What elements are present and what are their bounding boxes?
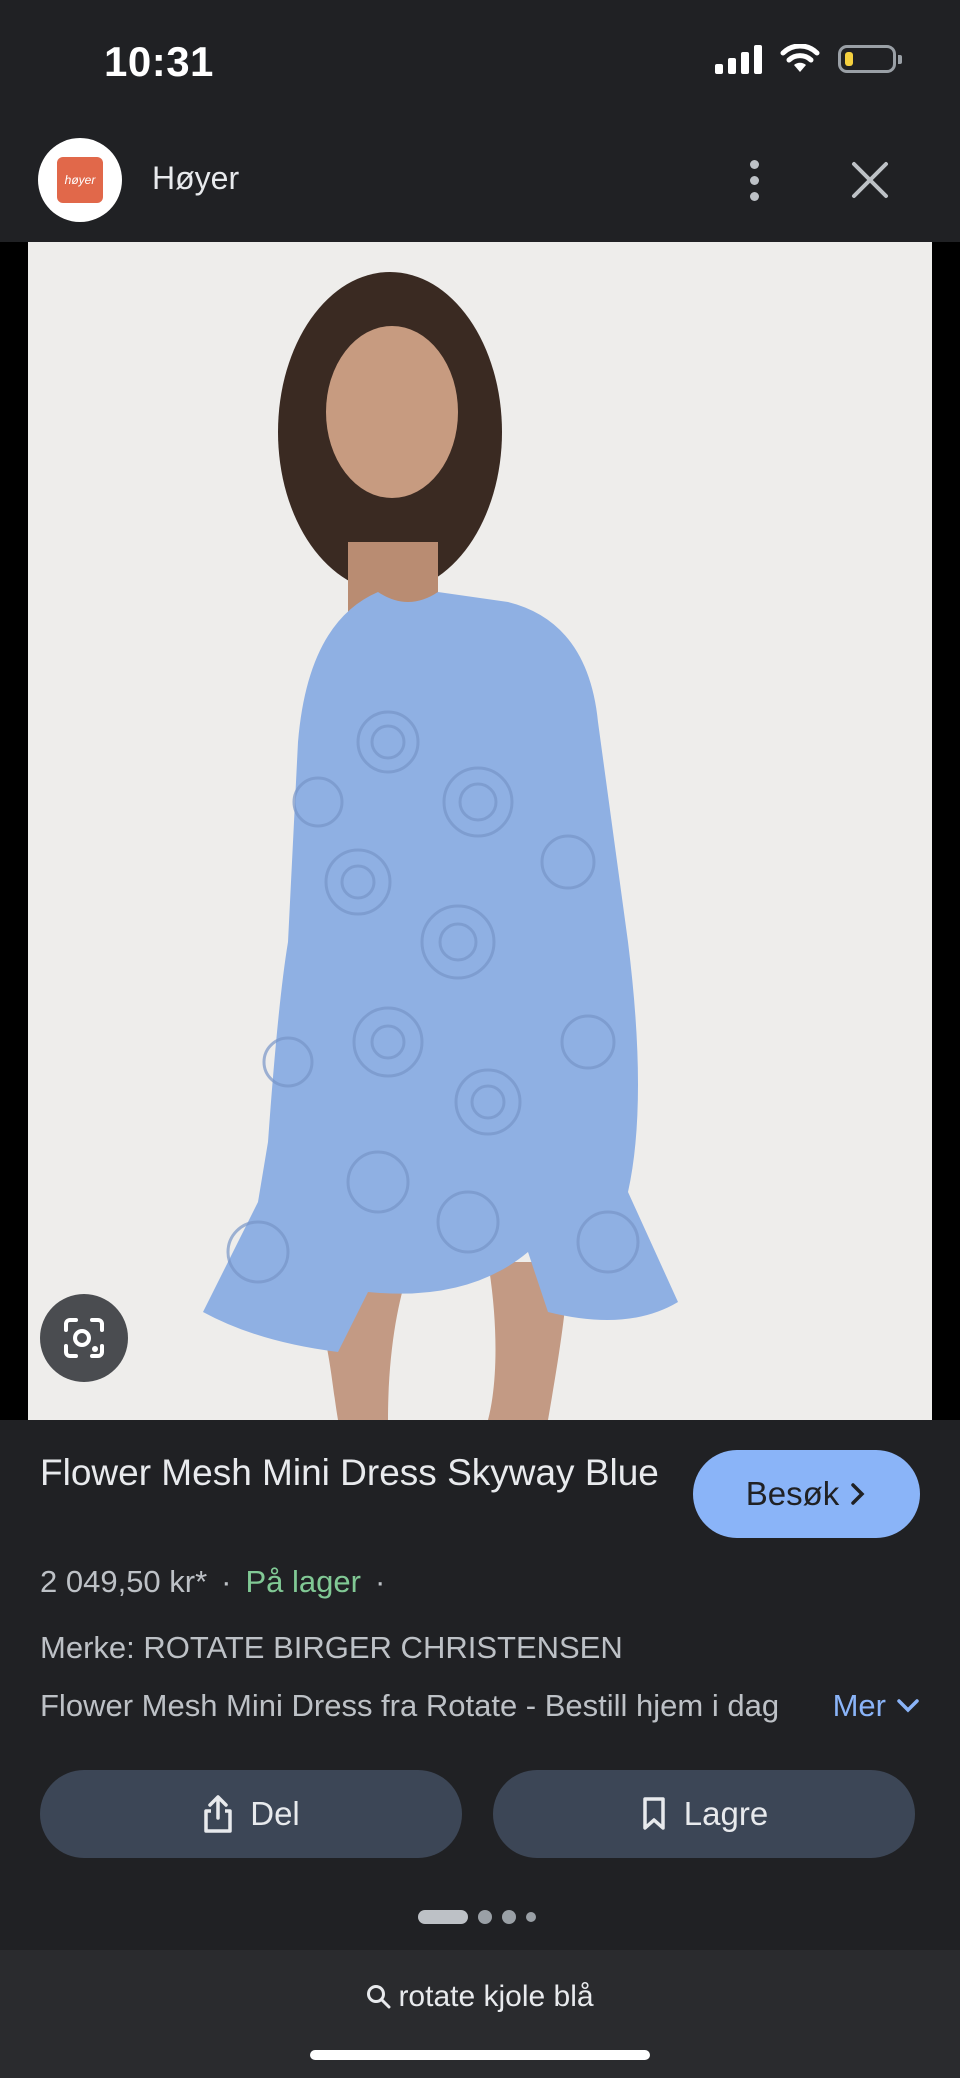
bottom-search-bar[interactable]: rotate kjole blå <box>0 1950 960 2078</box>
product-brand: Merke: ROTATE BIRGER CHRISTENSEN <box>40 1630 623 1665</box>
description-row: Flower Mesh Mini Dress fra Rotate - Best… <box>40 1688 920 1724</box>
more-link[interactable]: Mer <box>833 1688 920 1724</box>
status-time: 10:31 <box>104 38 214 85</box>
status-icons <box>715 44 902 74</box>
product-image[interactable] <box>28 242 932 1420</box>
cellular-signal-icon <box>715 44 762 74</box>
price-row: 2 049,50 kr* · På lager · <box>40 1564 385 1600</box>
product-price: 2 049,50 kr* <box>40 1564 208 1599</box>
share-icon <box>204 1795 232 1833</box>
more-link-label: Mer <box>832 1688 886 1723</box>
chevron-right-icon <box>851 1483 865 1505</box>
battery-icon <box>838 45 902 73</box>
status-bar: 10:31 <box>0 0 960 130</box>
save-button-label: Lagre <box>683 1795 769 1832</box>
lens-icon <box>64 1318 104 1358</box>
image-viewer <box>0 242 960 1420</box>
search-icon <box>367 1985 391 2009</box>
site-logo[interactable]: høyer <box>38 138 122 222</box>
dress-photo <box>28 242 932 1420</box>
share-button-label: Del <box>250 1795 300 1832</box>
visit-button-label: Besøk <box>745 1475 840 1512</box>
pager-dot <box>526 1912 536 1922</box>
separator: · <box>221 1564 232 1599</box>
search-query[interactable]: rotate kjole blå <box>0 1980 960 2014</box>
stock-status: På lager <box>245 1564 361 1599</box>
product-title: Flower Mesh Mini Dress Skyway Blue <box>40 1452 659 1493</box>
bookmark-icon <box>643 1797 665 1830</box>
chevron-down-icon <box>897 1699 919 1713</box>
site-name[interactable]: Høyer <box>152 160 239 197</box>
separator: · <box>374 1564 386 1599</box>
save-button[interactable]: Lagre <box>493 1770 915 1858</box>
header: høyer Høyer <box>0 130 960 242</box>
lens-search-button[interactable] <box>40 1294 128 1382</box>
pager-dot-active <box>418 1910 468 1924</box>
product-description: Flower Mesh Mini Dress fra Rotate - Best… <box>40 1688 780 1723</box>
visit-button[interactable]: Besøk <box>693 1450 920 1538</box>
pager-dot <box>478 1910 492 1924</box>
home-indicator[interactable] <box>310 2050 650 2060</box>
share-button[interactable]: Del <box>40 1770 462 1858</box>
pagination-dots <box>418 1910 536 1924</box>
logo-text: høyer <box>57 157 103 203</box>
search-query-text: rotate kjole blå <box>398 1980 594 2013</box>
more-options-icon[interactable] <box>736 150 772 210</box>
wifi-icon <box>780 44 820 72</box>
close-icon[interactable] <box>848 150 892 210</box>
pager-dot <box>502 1910 516 1924</box>
